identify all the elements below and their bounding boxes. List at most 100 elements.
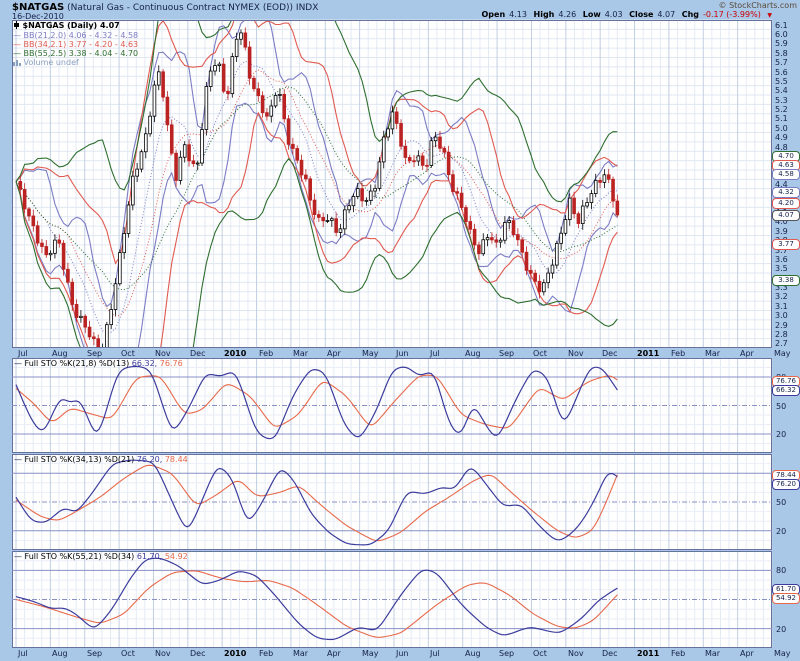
quote-line: Open4.13 High4.26 Low4.03 Close4.07 Chg-… — [478, 10, 773, 20]
month-label: Nov — [155, 349, 171, 358]
low-value: 4.03 — [605, 10, 623, 19]
close-label: Close — [629, 10, 653, 19]
month-label: Mar — [293, 649, 308, 658]
price-tick-label: 5.0 — [775, 124, 799, 133]
price-tick-label: 3.0 — [775, 311, 799, 320]
legend-bb55-label: BB(55,2.5) 3.38 - 4.04 - 4.70 — [24, 49, 139, 58]
bb55-dash-icon: — — [13, 49, 21, 58]
month-label: Sep — [499, 349, 514, 358]
legend-bb21-label: BB(21,2.0) 4.06 - 4.32 - 4.58 — [24, 31, 139, 40]
sto1-dash-icon: — — [14, 359, 22, 368]
change-down-icon: ▼ — [767, 12, 772, 19]
price-tick-label: 3.5 — [775, 264, 799, 273]
month-label: 2010 — [224, 349, 246, 358]
month-label: 2011 — [637, 349, 659, 358]
price-tick-label: 5.9 — [775, 39, 799, 48]
candlestick-icon — [13, 21, 20, 31]
month-label: Feb — [259, 349, 273, 358]
month-label: Mar — [705, 649, 720, 658]
month-label: Apr — [327, 349, 341, 358]
month-label: Aug — [52, 349, 68, 358]
price-tick-label: 5.3 — [775, 96, 799, 105]
month-label: Apr — [740, 349, 754, 358]
main-legend: $NATGAS (Daily) 4.07 — BB(21,2.0) 4.06 -… — [13, 21, 138, 68]
sto1-d-value: 76.76 — [160, 359, 183, 368]
value-bubble: 4.20 — [772, 198, 800, 209]
month-label: 2010 — [224, 649, 246, 658]
month-label: Mar — [293, 349, 308, 358]
bb34-dash-icon: — — [13, 40, 21, 49]
sto1-k-value: 66.32, — [132, 359, 157, 368]
month-label: Mar — [705, 349, 720, 358]
open-value: 4.13 — [509, 10, 527, 19]
month-label: Dec — [190, 349, 205, 358]
chart-svg — [0, 0, 800, 661]
value-bubble: 3.38 — [772, 275, 800, 286]
value-bubble: 3.77 — [772, 239, 800, 250]
price-tick-label: 3.1 — [775, 302, 799, 311]
chart-date: 16-Dec-2010 — [12, 12, 64, 21]
bb21-dash-icon: — — [13, 31, 21, 40]
price-tick-label: 6.0 — [775, 30, 799, 39]
sto-tick-label: 50 — [776, 402, 798, 411]
month-label: Dec — [602, 649, 617, 658]
sto-tick-label: 50 — [776, 498, 798, 507]
price-tick-label: 5.7 — [775, 58, 799, 67]
sto-tick-label: 20 — [776, 527, 798, 536]
legend-volume: Volume undef — [13, 58, 138, 68]
month-label: Dec — [190, 649, 205, 658]
sto2-dash-icon: — — [14, 455, 22, 464]
close-value: 4.07 — [657, 10, 675, 19]
chg-value: -0.17 (-3.99%) — [703, 10, 761, 19]
month-label: Nov — [568, 349, 584, 358]
month-label: Oct — [121, 349, 135, 358]
legend-price: $NATGAS (Daily) 4.07 — [13, 21, 138, 31]
price-tick-label: 3.2 — [775, 292, 799, 301]
price-tick-label: 5.1 — [775, 114, 799, 123]
price-tick-label: 2.9 — [775, 321, 799, 330]
sto1-legend: — Full STO %K(21,8) %D(13) 66.32, 76.76 — [14, 359, 183, 368]
month-label: Sep — [87, 349, 102, 358]
month-label: Sep — [87, 649, 102, 658]
price-tick-label: 3.6 — [775, 255, 799, 264]
price-tick-label: 5.5 — [775, 77, 799, 86]
value-bubble: 54.92 — [772, 593, 800, 604]
value-bubble: 4.58 — [772, 169, 800, 180]
value-bubble: 4.32 — [772, 187, 800, 198]
month-label: Apr — [327, 649, 341, 658]
month-label: May — [774, 649, 791, 658]
month-label: Apr — [740, 649, 754, 658]
price-tick-label: 5.4 — [775, 86, 799, 95]
price-tick-label: 4.9 — [775, 133, 799, 142]
month-label: Oct — [533, 349, 547, 358]
copyright: © StockCharts.com — [719, 1, 797, 10]
month-label: Oct — [121, 649, 135, 658]
price-tick-label: 5.6 — [775, 68, 799, 77]
sto2-d-value: 78.44 — [165, 455, 188, 464]
sto2-k-value: 76.20, — [137, 455, 162, 464]
month-label: Aug — [465, 649, 481, 658]
volume-bars-icon — [13, 58, 21, 68]
month-label: Feb — [671, 349, 685, 358]
title-rest: (Natural Gas - Continuous Contract NYMEX… — [64, 3, 318, 13]
sto3-name: Full STO %K(55,21) %D(34) — [25, 552, 135, 561]
sto3-dash-icon: — — [14, 552, 22, 561]
month-label: Feb — [671, 649, 685, 658]
sto3-k-value: 61.70, — [137, 552, 162, 561]
legend-bb34: — BB(34,2.1) 3.77 - 4.20 - 4.63 — [13, 40, 138, 49]
sto-tick-label: 80 — [776, 566, 798, 575]
chart-frame: $NATGAS (Natural Gas - Continuous Contra… — [0, 0, 800, 661]
month-label: Jun — [396, 649, 409, 658]
legend-bb55: — BB(55,2.5) 3.38 - 4.04 - 4.70 — [13, 49, 138, 58]
month-label: Jul — [430, 649, 440, 658]
value-bubble: 66.32 — [772, 385, 800, 396]
price-tick-label: 5.8 — [775, 49, 799, 58]
open-label: Open — [482, 10, 506, 19]
legend-bb21: — BB(21,2.0) 4.06 - 4.32 - 4.58 — [13, 31, 138, 40]
month-label: Jul — [18, 649, 28, 658]
high-value: 4.26 — [558, 10, 576, 19]
month-label: Oct — [533, 649, 547, 658]
price-tick-label: 2.7 — [775, 339, 799, 348]
price-tick-label: 2.8 — [775, 330, 799, 339]
month-label: 2011 — [637, 649, 659, 658]
